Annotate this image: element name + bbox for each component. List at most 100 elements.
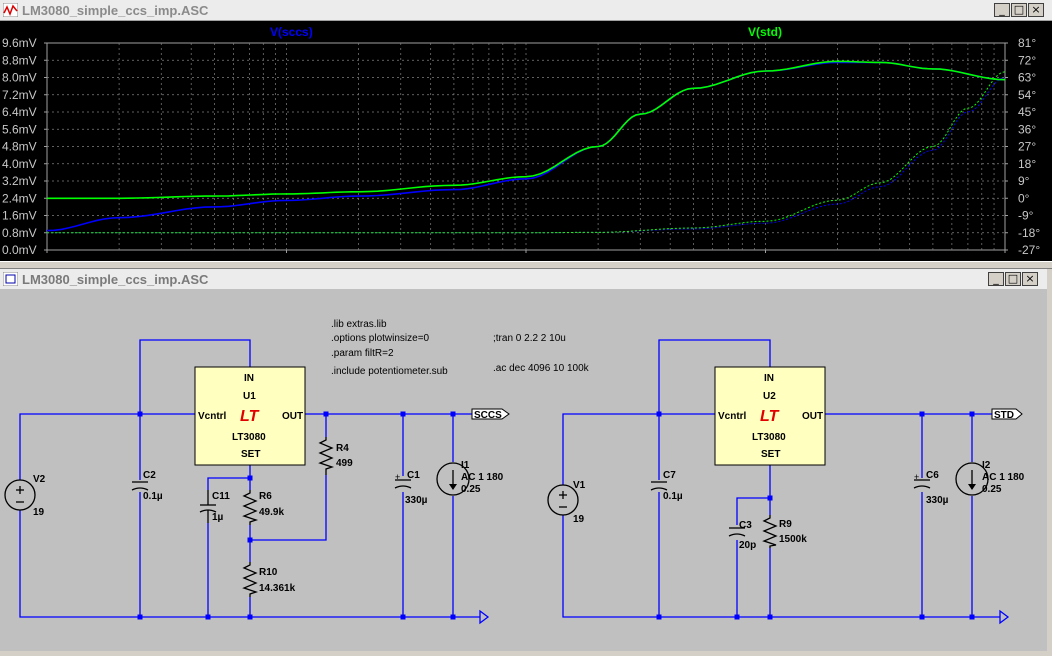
resistor-r10[interactable] — [242, 562, 259, 597]
i1-value-dc: 0.25 — [461, 484, 481, 495]
y-tick-label-left: 0.8mV — [2, 226, 37, 240]
r10-name: R10 — [259, 567, 278, 578]
c3-name: C3 — [739, 520, 752, 531]
window-divider[interactable] — [0, 261, 1052, 269]
c6-name: C6 — [926, 470, 939, 481]
y-tick-label-left: 0.0mV — [2, 243, 37, 257]
y-tick-label-right: 0° — [1018, 191, 1030, 205]
i2-value-dc: 0.25 — [982, 484, 1002, 495]
y-tick-label-right: -18° — [1018, 226, 1040, 240]
left-circuit: IN U1 Vcntrl OUT LT3080 SET LT V2 19 C2 … — [4, 339, 510, 625]
y-tick-label-right: -27° — [1018, 243, 1040, 257]
svg-text:+: + — [914, 472, 919, 482]
u1-part: LT3080 — [232, 432, 266, 443]
y-tick-label-right: -9° — [1018, 209, 1034, 223]
u1-pin-vcntrl: Vcntrl — [198, 411, 227, 422]
y-tick-label-left: 7.2mV — [2, 88, 37, 102]
u2-name: U2 — [763, 391, 776, 402]
c2-value: 0.1µ — [143, 491, 163, 502]
i1-name: I1 — [461, 460, 470, 471]
schematic-canvas[interactable]: .w { stroke:#0000ff; stroke-width:1.3; f… — [0, 289, 1047, 651]
directive-param[interactable]: .param filtR=2 — [331, 348, 394, 359]
u2-pin-set: SET — [761, 449, 780, 460]
minimize-button[interactable]: _ — [988, 272, 1004, 286]
close-button[interactable]: × — [1028, 3, 1044, 17]
maximize-button[interactable]: □ — [1005, 272, 1021, 286]
y-tick-label-right: 72° — [1018, 53, 1036, 67]
u1-pin-out: OUT — [282, 411, 303, 422]
y-tick-label-right: 27° — [1018, 140, 1036, 154]
r6-name: R6 — [259, 491, 272, 502]
r9-value: 1500k — [779, 534, 807, 545]
c3-value: 20p — [739, 540, 756, 551]
r4-value: 499 — [336, 458, 353, 469]
schematic-window-border — [1047, 269, 1052, 651]
waveform-icon — [3, 3, 18, 17]
schematic-drawing[interactable]: .w { stroke:#0000ff; stroke-width:1.3; f… — [0, 289, 1047, 651]
directive-include[interactable]: .include potentiometer.sub — [331, 366, 448, 377]
schematic-window-title: LM3080_simple_ccs_imp.ASC — [22, 272, 209, 287]
directive-options[interactable]: .options plotwinsize=0 — [331, 333, 430, 344]
minimize-button[interactable]: _ — [994, 3, 1010, 17]
v1-name: V1 — [573, 480, 586, 491]
right-circuit: IN U2 Vcntrl OUT LT3080 SET LT V1 19 C7 … — [547, 339, 1025, 625]
u1-pin-in: IN — [244, 373, 254, 384]
directive-tran[interactable]: ;tran 0 2.2 2 10u — [493, 333, 566, 344]
c1-value: 330µ — [405, 495, 428, 506]
u1-name: U1 — [243, 391, 256, 402]
y-tick-label-left: 6.4mV — [2, 105, 37, 119]
i1-value-ac: AC 1 180 — [461, 472, 504, 483]
resistor-r4[interactable] — [318, 437, 335, 475]
waveform-plot-area[interactable]: 0.0mV -27° 0.8mV -18° 1.6mV -9° 2.4mV 0° 3.2mV 9°… — [0, 21, 1052, 274]
y-tick-label-left: 9.6mV — [2, 36, 37, 50]
resistor-r9[interactable] — [762, 515, 778, 548]
c2-name: C2 — [143, 470, 156, 481]
r4-name: R4 — [336, 443, 349, 454]
schematic-icon — [3, 272, 18, 286]
trace-label-0[interactable]: V(sccs) — [270, 25, 313, 39]
y-tick-label-right: 36° — [1018, 122, 1036, 136]
y-tick-label-right: 81° — [1018, 36, 1036, 50]
lt-logo-u2: LT — [760, 408, 780, 425]
y-tick-label-left: 4.0mV — [2, 157, 37, 171]
u2-pin-vcntrl: Vcntrl — [718, 411, 747, 422]
v2-name: V2 — [33, 474, 46, 485]
y-tick-label-left: 8.0mV — [2, 71, 37, 85]
resistor-r6[interactable] — [242, 490, 259, 525]
schematic-titlebar[interactable]: LM3080_simple_ccs_imp.ASC _ □ × — [0, 269, 1047, 290]
y-tick-label-left: 3.2mV — [2, 174, 37, 188]
plot-window-title: LM3080_simple_ccs_imp.ASC — [22, 3, 209, 18]
maximize-button[interactable]: □ — [1011, 3, 1027, 17]
y-tick-label-left: 1.6mV — [2, 209, 37, 223]
u2-pin-in: IN — [764, 373, 774, 384]
directive-ac[interactable]: .ac dec 4096 10 100k — [493, 363, 590, 374]
c11-value: 1µ — [212, 512, 224, 523]
c1-name: C1 — [407, 470, 420, 481]
plot-titlebar[interactable]: LM3080_simple_ccs_imp.ASC _ □ × — [0, 0, 1052, 21]
bode-plot[interactable]: 0.0mV -27° 0.8mV -18° 1.6mV -9° 2.4mV 0° 3.2mV 9°… — [0, 21, 1052, 274]
y-tick-label-right: 45° — [1018, 105, 1036, 119]
net-label-sccs: SCCS — [474, 410, 502, 421]
r10-value: 14.361k — [259, 583, 296, 594]
capacitor-c7[interactable] — [650, 481, 668, 491]
y-tick-label-left: 2.4mV — [2, 191, 37, 205]
voltage-source-v2[interactable] — [4, 479, 36, 511]
y-tick-label-right: 9° — [1018, 174, 1030, 188]
svg-text:+: + — [395, 472, 400, 482]
r9-name: R9 — [779, 519, 792, 530]
c6-value: 330µ — [926, 495, 949, 506]
y-tick-label-left: 4.8mV — [2, 140, 37, 154]
directive-lib[interactable]: .lib extras.lib — [331, 319, 387, 330]
capacitor-c2[interactable] — [131, 481, 149, 491]
series-0-magnitude — [46, 61, 1006, 232]
y-tick-label-right: 63° — [1018, 71, 1036, 85]
r6-value: 49.9k — [259, 507, 284, 518]
u1-pin-set: SET — [241, 449, 260, 460]
close-button[interactable]: × — [1022, 272, 1038, 286]
v2-value: 19 — [33, 507, 45, 518]
c11-name: C11 — [212, 491, 230, 502]
v1-value: 19 — [573, 514, 585, 525]
trace-label-1[interactable]: V(std) — [748, 25, 782, 39]
i2-name: I2 — [982, 460, 991, 471]
c7-value: 0.1µ — [663, 491, 683, 502]
